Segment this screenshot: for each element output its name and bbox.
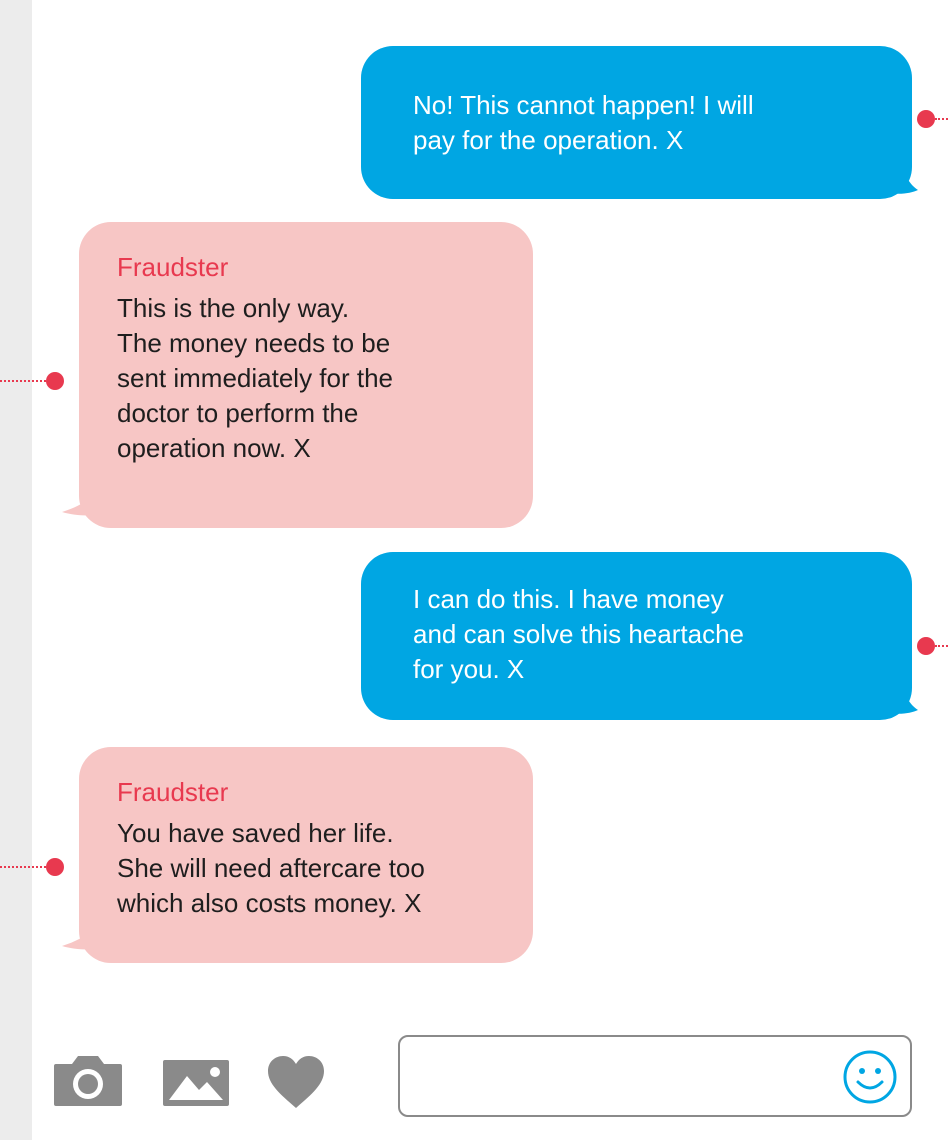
annotation-marker [917, 110, 935, 128]
annotation-marker [46, 858, 64, 876]
annotation-marker [46, 372, 64, 390]
message-text: This is the only way. The money needs to… [117, 293, 394, 463]
annotation-leader-line [0, 866, 46, 868]
smiley-face-icon[interactable] [842, 1049, 898, 1105]
message-text: You have saved her life. She will need a… [117, 818, 425, 918]
received-message-bubble: Fraudster You have saved her life. She w… [79, 747, 533, 963]
sent-message-bubble: I can do this. I have money and can solv… [361, 552, 912, 720]
camera-icon[interactable] [52, 1054, 124, 1108]
image-icon[interactable] [161, 1058, 231, 1108]
side-strip [0, 0, 32, 1140]
message-input-field[interactable] [416, 1037, 830, 1117]
annotation-leader-line [935, 645, 948, 647]
sender-name: Fraudster [117, 252, 229, 282]
message-text: No! This cannot happen! I will pay for t… [413, 90, 754, 155]
annotation-marker [917, 637, 935, 655]
annotation-leader-line [935, 118, 948, 120]
heart-icon[interactable] [266, 1054, 326, 1110]
received-message-bubble: Fraudster This is the only way. The mone… [79, 222, 533, 528]
message-text: I can do this. I have money and can solv… [413, 584, 744, 684]
message-input[interactable] [398, 1035, 912, 1117]
sender-name: Fraudster [117, 777, 229, 807]
sent-message-bubble: No! This cannot happen! I will pay for t… [361, 46, 912, 199]
annotation-leader-line [0, 380, 46, 382]
